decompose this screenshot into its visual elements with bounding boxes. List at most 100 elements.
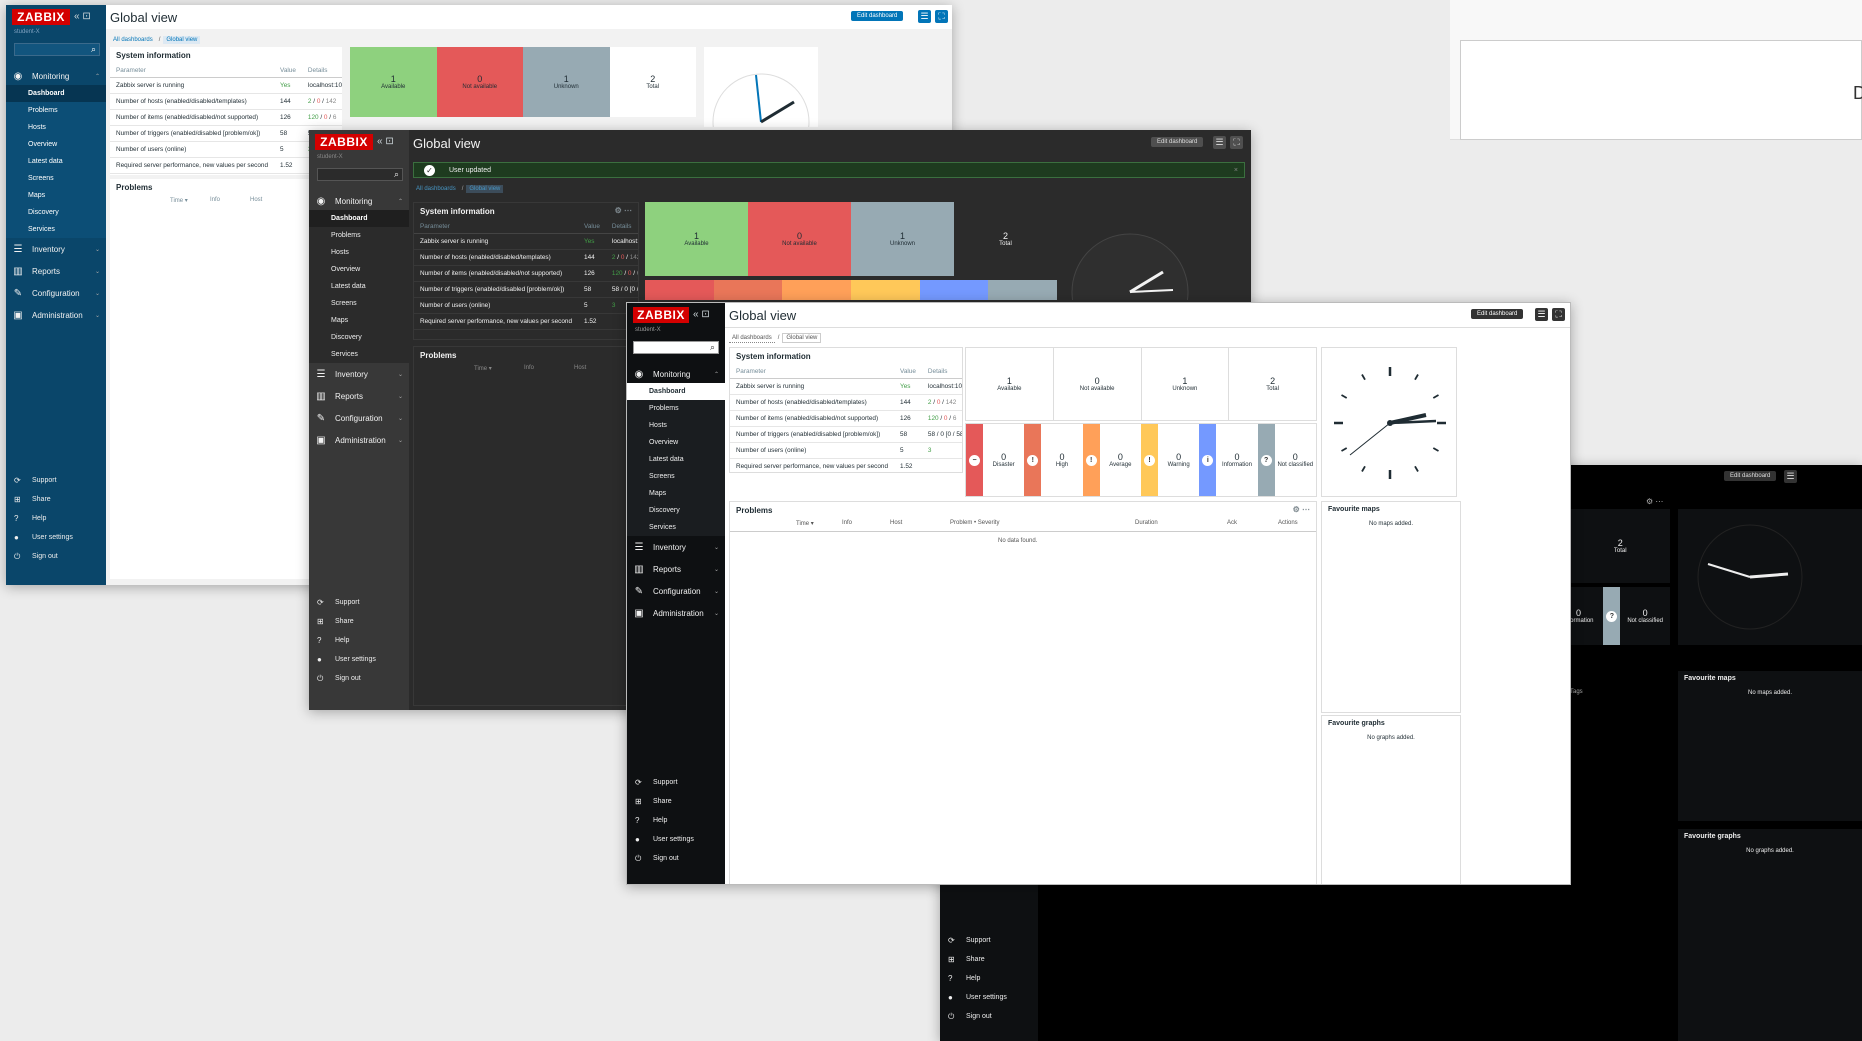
nav-configuration[interactable]: ✎ Configuration ⌄: [309, 407, 409, 429]
search-icon[interactable]: ⌕: [394, 169, 399, 180]
nav-monitoring[interactable]: ◉ Monitoring ⌃: [6, 67, 106, 85]
footer-item-help[interactable]: ? Help: [309, 631, 409, 650]
sidebar-item-services[interactable]: Services: [627, 519, 725, 536]
close-notification-icon[interactable]: ×: [1234, 167, 1238, 174]
footer-item-user-settings[interactable]: ● User settings: [940, 988, 1038, 1007]
nav-reports[interactable]: ▥ Reports ⌄: [309, 385, 409, 407]
sidebar-item-screens[interactable]: Screens: [6, 170, 106, 187]
sidebar-item-hosts[interactable]: Hosts: [627, 417, 725, 434]
nav-monitoring[interactable]: ◉ Monitoring ⌃: [627, 365, 725, 383]
footer-item-sign-out[interactable]: ⏻ Sign out: [940, 1007, 1038, 1026]
search-icon[interactable]: ⌕: [91, 44, 96, 55]
collapse-sidebar-icon[interactable]: « ⊡: [377, 136, 394, 147]
nav-administration[interactable]: ▣ Administration ⌄: [6, 304, 106, 326]
sidebar-item-problems[interactable]: Problems: [627, 400, 725, 417]
help-icon: ?: [14, 514, 19, 523]
list-view-icon[interactable]: ☰: [918, 10, 931, 23]
footer-item-support[interactable]: ⟳ Support: [627, 773, 725, 792]
breadcrumb-global-view[interactable]: Global view: [466, 185, 504, 193]
footer-item-help[interactable]: ? Help: [940, 969, 1038, 988]
edit-dashboard-button[interactable]: Edit dashboard: [1151, 137, 1204, 147]
nav-configuration[interactable]: ✎ Configuration ⌄: [6, 282, 106, 304]
nav-monitoring[interactable]: ◉ Monitoring ⌃: [309, 192, 409, 210]
sidebar-item-services[interactable]: Services: [6, 221, 106, 238]
search-input[interactable]: ⌕: [317, 168, 403, 181]
col-time[interactable]: Time ▾: [796, 520, 814, 527]
sidebar-item-maps[interactable]: Maps: [309, 312, 409, 329]
nav-configuration[interactable]: ✎ Configuration ⌄: [627, 580, 725, 602]
breadcrumb-all-dashboards[interactable]: All dashboards: [110, 36, 156, 44]
footer-item-support[interactable]: ⟳ Support: [6, 471, 106, 490]
collapse-sidebar-icon[interactable]: « ⊡: [693, 309, 710, 320]
breadcrumb-all-dashboards[interactable]: All dashboards: [413, 185, 459, 193]
footer-item-user-settings[interactable]: ● User settings: [309, 650, 409, 669]
footer-item-support[interactable]: ⟳ Support: [940, 931, 1038, 950]
collapse-sidebar-icon[interactable]: « ⊡: [74, 11, 91, 22]
list-view-icon[interactable]: ☰: [1784, 470, 1797, 483]
sidebar-item-screens[interactable]: Screens: [627, 468, 725, 485]
footer-item-share[interactable]: ⊞ Share: [627, 792, 725, 811]
edit-dashboard-button[interactable]: Edit dashboard: [1471, 309, 1524, 319]
footer-item-share[interactable]: ⊞ Share: [309, 612, 409, 631]
nav-inventory[interactable]: ☰ Inventory ⌄: [6, 238, 106, 260]
search-input[interactable]: ⌕: [633, 341, 719, 354]
footer-item-sign-out[interactable]: ⏻ Sign out: [627, 849, 725, 868]
nav-administration[interactable]: ▣ Administration ⌄: [309, 429, 409, 451]
nav-inventory[interactable]: ☰ Inventory ⌄: [309, 363, 409, 385]
footer-item-support[interactable]: ⟳ Support: [309, 593, 409, 612]
edit-dashboard-button[interactable]: Edit dashboard: [851, 11, 904, 21]
sidebar-item-discovery[interactable]: Discovery: [627, 502, 725, 519]
list-view-icon[interactable]: ☰: [1535, 308, 1548, 321]
sidebar-item-screens[interactable]: Screens: [309, 295, 409, 312]
sidebar-item-overview[interactable]: Overview: [309, 261, 409, 278]
breadcrumb-global-view[interactable]: Global view: [782, 333, 822, 343]
sidebar-item-latest-data[interactable]: Latest data: [6, 153, 106, 170]
footer-item-user-settings[interactable]: ● User settings: [627, 830, 725, 849]
sidebar-item-discovery[interactable]: Discovery: [6, 204, 106, 221]
nav-reports[interactable]: ▥ Reports ⌄: [6, 260, 106, 282]
col-time[interactable]: Time ▾: [474, 365, 492, 372]
fullscreen-icon[interactable]: ⛶: [935, 10, 948, 23]
sidebar-item-overview[interactable]: Overview: [6, 136, 106, 153]
sidebar-item-latest-data[interactable]: Latest data: [309, 278, 409, 295]
column-header: Value: [274, 64, 302, 78]
footer-item-share[interactable]: ⊞ Share: [6, 490, 106, 509]
sidebar-item-hosts[interactable]: Hosts: [6, 119, 106, 136]
sidebar-item-latest-data[interactable]: Latest data: [627, 451, 725, 468]
edit-dashboard-button[interactable]: Edit dashboard: [1724, 471, 1777, 481]
search-input[interactable]: ⌕: [14, 43, 100, 56]
breadcrumb-global-view[interactable]: Global view: [163, 36, 201, 44]
nav-reports[interactable]: ▥ Reports ⌄: [627, 558, 725, 580]
footer-item-share[interactable]: ⊞ Share: [940, 950, 1038, 969]
sidebar-item-hosts[interactable]: Hosts: [309, 244, 409, 261]
nav-inventory[interactable]: ☰ Inventory ⌄: [627, 536, 725, 558]
sidebar-item-maps[interactable]: Maps: [627, 485, 725, 502]
sidebar-item-dashboard[interactable]: Dashboard: [309, 210, 409, 227]
footer-item-sign-out[interactable]: ⏻ Sign out: [6, 547, 106, 566]
footer-item-user-settings[interactable]: ● User settings: [6, 528, 106, 547]
sidebar-item-services[interactable]: Services: [309, 346, 409, 363]
col-problem-severity[interactable]: Problem • Severity: [950, 520, 999, 526]
footer-item-sign-out[interactable]: ⏻ Sign out: [309, 669, 409, 688]
footer-item-help[interactable]: ? Help: [627, 811, 725, 830]
sidebar-item-dashboard[interactable]: Dashboard: [6, 85, 106, 102]
sidebar-item-problems[interactable]: Problems: [6, 102, 106, 119]
sidebar-item-overview[interactable]: Overview: [627, 434, 725, 451]
fullscreen-icon[interactable]: ⛶: [1552, 308, 1565, 321]
panel-settings-icons[interactable]: ⚙ ⋯: [1293, 505, 1310, 514]
panel-settings-icons[interactable]: ⚙ ⋯: [615, 206, 632, 215]
col-time[interactable]: Time ▾: [170, 197, 188, 204]
sidebar-item-maps[interactable]: Maps: [6, 187, 106, 204]
clock-face: [1697, 524, 1803, 630]
breadcrumb: All dashboards / Global view: [729, 333, 822, 343]
sidebar-item-dashboard[interactable]: Dashboard: [627, 383, 725, 400]
breadcrumb-all-dashboards[interactable]: All dashboards: [729, 334, 775, 343]
sidebar-item-discovery[interactable]: Discovery: [309, 329, 409, 346]
panel-settings-icons[interactable]: ⚙ ⋯: [1646, 497, 1663, 506]
fullscreen-icon[interactable]: ⛶: [1230, 136, 1243, 149]
nav-administration[interactable]: ▣ Administration ⌄: [627, 602, 725, 624]
list-view-icon[interactable]: ☰: [1213, 136, 1226, 149]
footer-item-help[interactable]: ? Help: [6, 509, 106, 528]
search-icon[interactable]: ⌕: [710, 342, 715, 353]
sidebar-item-problems[interactable]: Problems: [309, 227, 409, 244]
